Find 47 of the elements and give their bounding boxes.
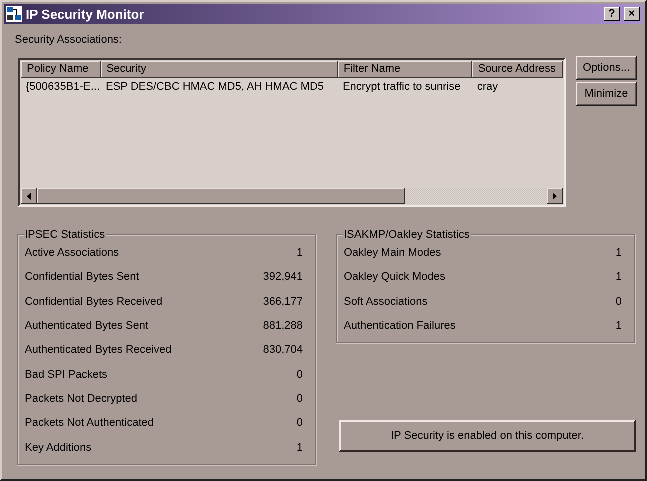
column-header[interactable]: Source Address — [472, 61, 563, 78]
status-message: IP Security is enabled on this computer. — [339, 420, 636, 452]
stat-label: Confidential Bytes Received — [25, 296, 163, 308]
table-cell-text: {500635B1-E... — [25, 81, 101, 93]
stat-label: Authentication Failures — [344, 320, 456, 332]
stat-label: Authenticated Bytes Sent — [25, 320, 149, 332]
stat-label: Bad SPI Packets — [25, 368, 108, 381]
options-button[interactable]: Options... — [576, 56, 637, 80]
stat-value: 0 — [296, 368, 303, 381]
help-button[interactable]: ? — [604, 7, 620, 21]
stat-value: 1 — [616, 320, 622, 332]
table-cell-text: ESP DES/CBC HMAC MD5, AH HMAC MD5 — [105, 81, 326, 93]
table-cell-text: cray — [476, 81, 500, 93]
stat-label: Packets Not Authenticated — [25, 417, 154, 430]
section-label: Security Associations: — [15, 34, 123, 46]
stat-label: Active Associations — [25, 247, 120, 260]
stat-label: Packets Not Decrypted — [25, 392, 138, 405]
stat-label: Authenticated Bytes Received — [25, 344, 172, 356]
stat-label: Soft Associations — [344, 296, 428, 308]
horizontal-scrollbar[interactable] — [21, 188, 563, 204]
stat-value: 0 — [296, 392, 303, 405]
left-arrow-icon[interactable] — [27, 192, 31, 200]
stat-value: 0 — [296, 417, 303, 430]
stat-label: Oakley Quick Modes — [344, 271, 446, 284]
group-title: ISAKMP/Oakley Statistics — [343, 229, 471, 241]
stat-label: Oakley Main Modes — [344, 247, 442, 260]
group-title: IPSEC Statistics — [24, 229, 106, 241]
stat-value: 392,941 — [263, 271, 303, 284]
stat-label: Confidential Bytes Sent — [25, 271, 140, 284]
right-arrow-icon[interactable] — [553, 192, 557, 200]
stat-value: 1 — [296, 442, 303, 454]
minimize-button[interactable]: Minimize — [576, 82, 637, 106]
close-button[interactable]: × — [624, 7, 640, 21]
stat-value: 0 — [616, 296, 622, 308]
stat-value: 366,177 — [263, 296, 303, 308]
stat-value: 830,704 — [263, 344, 303, 356]
column-header[interactable]: Security — [100, 61, 338, 78]
stat-value: 1 — [616, 271, 622, 284]
network-icon — [6, 6, 22, 22]
stat-label: Key Additions — [25, 442, 92, 454]
stat-value: 1 — [296, 247, 303, 260]
stat-value: 881,288 — [263, 320, 303, 332]
column-header[interactable]: Policy Name — [21, 61, 101, 78]
window-title: IP Security Monitor — [26, 6, 146, 22]
column-header[interactable]: Filter Name — [338, 61, 472, 78]
stat-value: 1 — [616, 247, 622, 260]
table-cell-text: Encrypt traffic to sunrise — [342, 81, 462, 93]
